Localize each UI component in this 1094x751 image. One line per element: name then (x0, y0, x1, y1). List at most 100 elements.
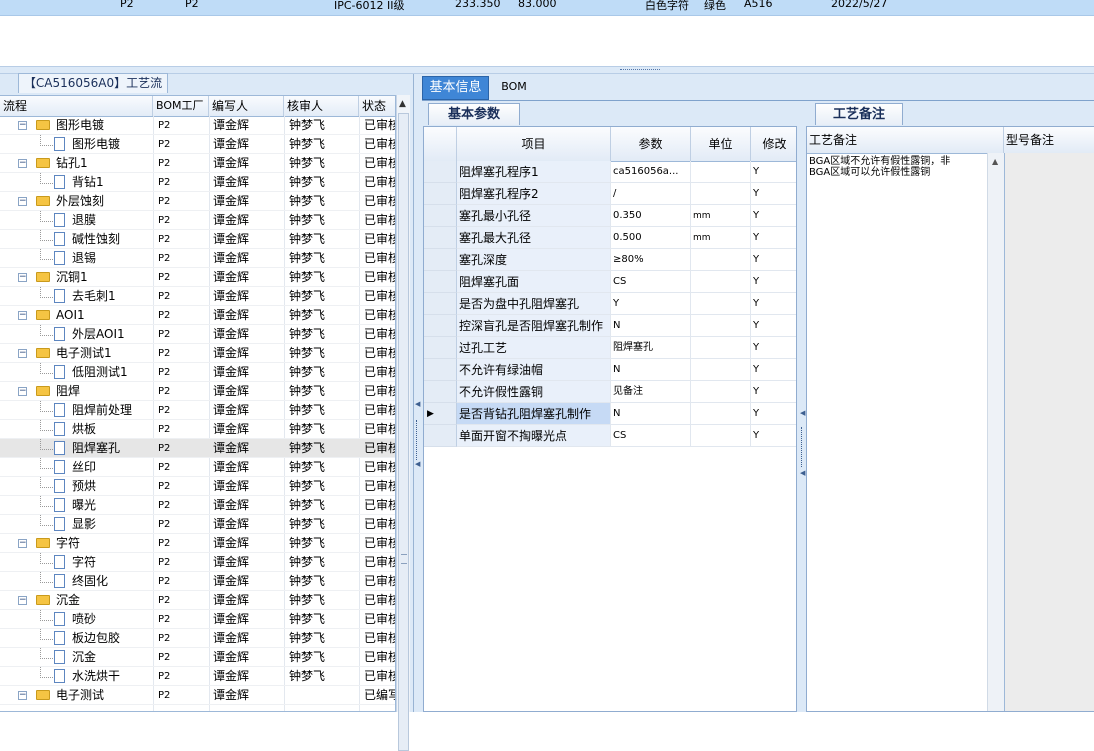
scroll-up-arrow-icon[interactable]: ▲ (399, 99, 406, 109)
tree-row[interactable]: − 外层蚀刻 P2 谭金辉 钟梦飞 已审核 (0, 192, 395, 211)
param-unit[interactable] (691, 337, 751, 359)
tree-row[interactable]: 图形电镀 P2 谭金辉 钟梦飞 已审核 (0, 135, 395, 154)
tree-row[interactable]: 退膜 P2 谭金辉 钟梦飞 已审核 (0, 211, 395, 230)
row-selector[interactable] (424, 205, 457, 227)
param-unit[interactable] (691, 249, 751, 271)
param-modify[interactable]: Y (751, 425, 796, 447)
col-status[interactable]: 状态 (359, 96, 395, 116)
param-row[interactable]: 不允许假性露铜 见备注 Y (424, 381, 796, 403)
row-selector[interactable] (424, 381, 457, 403)
param-modify[interactable]: Y (751, 403, 796, 425)
scroll-up-arrow-icon[interactable]: ▲ (992, 157, 998, 166)
row-selector[interactable] (424, 271, 457, 293)
param-value[interactable]: CS (611, 425, 691, 447)
param-row[interactable]: 单面开窗不掏曝光点 CS Y (424, 425, 796, 447)
param-value[interactable]: N (611, 359, 691, 381)
param-value[interactable]: CS (611, 271, 691, 293)
tree-row[interactable]: 沉金 P2 谭金辉 钟梦飞 已审核 (0, 648, 395, 667)
model-note-cell[interactable] (1004, 153, 1094, 711)
param-unit[interactable] (691, 425, 751, 447)
tree-row[interactable]: 阻焊前处理 P2 谭金辉 钟梦飞 已审核 (0, 401, 395, 420)
collapse-icon[interactable]: − (18, 159, 27, 168)
tree-row[interactable]: 终固化 P2 谭金辉 钟梦飞 已审核 (0, 572, 395, 591)
collapse-icon[interactable]: − (18, 387, 27, 396)
param-modify[interactable]: Y (751, 381, 796, 403)
param-modify[interactable]: Y (751, 315, 796, 337)
param-value[interactable]: Y (611, 293, 691, 315)
param-value[interactable]: 见备注 (611, 381, 691, 403)
tab-basic-info[interactable]: 基本信息 (422, 76, 489, 100)
param-unit[interactable]: mm (691, 227, 751, 249)
col-unit[interactable]: 单位 (691, 127, 751, 161)
collapse-icon[interactable]: − (18, 121, 27, 130)
tree-row[interactable]: 水洗烘干 P2 谭金辉 钟梦飞 已审核 (0, 667, 395, 686)
param-row[interactable]: 阻焊塞孔程序1 ca516056a... Y (424, 161, 796, 183)
col-model-note[interactable]: 型号备注 (1004, 127, 1094, 153)
param-row[interactable]: 阻焊塞孔面 CS Y (424, 271, 796, 293)
param-modify[interactable]: Y (751, 337, 796, 359)
col-modify[interactable]: 修改 (751, 127, 796, 161)
param-modify[interactable]: Y (751, 271, 796, 293)
col-item[interactable]: 项目 (457, 127, 611, 161)
tree-row[interactable]: 阻焊塞孔 P2 谭金辉 钟梦飞 已审核 (0, 439, 395, 458)
collapse-icon[interactable]: − (18, 539, 27, 548)
notes-grid[interactable]: 工艺备注 型号备注 BGA区域不允许有假性露铜，非 BGA区域可以允许假性露铜 … (806, 126, 1094, 712)
param-value[interactable]: ≥80% (611, 249, 691, 271)
param-unit[interactable] (691, 293, 751, 315)
tree-row[interactable]: 喷砂 P2 谭金辉 钟梦飞 已审核 (0, 610, 395, 629)
scroll-thumb[interactable] (398, 113, 409, 751)
param-unit[interactable] (691, 161, 751, 183)
col-process-note[interactable]: 工艺备注 (807, 127, 1004, 153)
tree-row[interactable]: 去毛刺1 P2 谭金辉 钟梦飞 已审核 (0, 287, 395, 306)
param-row[interactable]: 塞孔最小孔径 0.350 mm Y (424, 205, 796, 227)
tree-row[interactable]: 板边包胶 P2 谭金辉 钟梦飞 已审核 (0, 629, 395, 648)
tree-row[interactable]: 外层AOI1 P2 谭金辉 钟梦飞 已审核 (0, 325, 395, 344)
param-row[interactable]: 不允许有绿油帽 N Y (424, 359, 796, 381)
param-modify[interactable]: Y (751, 183, 796, 205)
row-selector[interactable]: ▶ (424, 403, 457, 425)
col-factory[interactable]: BOM工厂 (153, 96, 209, 116)
param-unit[interactable] (691, 381, 751, 403)
collapse-icon[interactable]: − (18, 596, 27, 605)
param-row[interactable]: 过孔工艺 阻焊塞孔 Y (424, 337, 796, 359)
tree-row[interactable]: − 沉金 P2 谭金辉 钟梦飞 已审核 (0, 591, 395, 610)
param-modify[interactable]: Y (751, 161, 796, 183)
tree-row[interactable]: − 电子测试1 P2 谭金辉 钟梦飞 已审核 (0, 344, 395, 363)
process-tree-grid[interactable]: 流程 BOM工厂 编写人 核审人 状态 −图形电镀P2谭金辉钟梦飞已审核图形电镀… (0, 95, 396, 712)
tree-scrollbar[interactable]: ▲ (396, 95, 410, 751)
row-selector[interactable] (424, 183, 457, 205)
param-row[interactable]: ▶ 是否背钻孔阻焊塞孔制作 N Y (424, 403, 796, 425)
col-writer[interactable]: 编写人 (209, 96, 284, 116)
param-value[interactable]: 阻焊塞孔 (611, 337, 691, 359)
row-selector[interactable] (424, 359, 457, 381)
col-reviewer[interactable]: 核审人 (284, 96, 359, 116)
tree-row[interactable]: 退锡 P2 谭金辉 钟梦飞 已审核 (0, 249, 395, 268)
collapse-icon[interactable]: − (18, 197, 27, 206)
param-modify[interactable]: Y (751, 359, 796, 381)
collapse-icon[interactable]: − (18, 691, 27, 700)
tab-process-notes[interactable]: 工艺备注 (815, 103, 903, 125)
row-selector[interactable] (424, 249, 457, 271)
param-unit[interactable] (691, 315, 751, 337)
tree-row[interactable]: 低阻测试1 P2 谭金辉 钟梦飞 已审核 (0, 363, 395, 382)
tree-row[interactable]: − 字符 P2 谭金辉 钟梦飞 已审核 (0, 534, 395, 553)
tree-row[interactable]: 字符 P2 谭金辉 钟梦飞 已审核 (0, 553, 395, 572)
process-flow-tab[interactable]: 【CA516056A0】工艺流程 (18, 73, 168, 109)
tree-row[interactable]: − AOI1 P2 谭金辉 钟梦飞 已审核 (0, 306, 395, 325)
param-row[interactable]: 塞孔深度 ≥80% Y (424, 249, 796, 271)
top-summary-row[interactable]: P2 P2 IPC-6012 II级 233.350 83.000 白色字符 绿… (0, 0, 1094, 16)
tree-row[interactable]: 预烘 P2 谭金辉 钟梦飞 已审核 (0, 477, 395, 496)
process-note-text[interactable]: BGA区域不允许有假性露铜，非 BGA区域可以允许假性露铜 (809, 156, 991, 178)
collapse-icon[interactable]: − (18, 349, 27, 358)
row-selector[interactable] (424, 337, 457, 359)
param-unit[interactable]: mm (691, 205, 751, 227)
col-flow[interactable]: 流程 (0, 96, 153, 116)
row-selector[interactable] (424, 161, 457, 183)
tree-row[interactable]: − 钻孔1 P2 谭金辉 钟梦飞 已审核 (0, 154, 395, 173)
tree-row[interactable]: 显影 P2 谭金辉 钟梦飞 已审核 (0, 515, 395, 534)
tree-row[interactable]: 曝光 P2 谭金辉 钟梦飞 已审核 (0, 496, 395, 515)
row-selector[interactable] (424, 293, 457, 315)
param-modify[interactable]: Y (751, 249, 796, 271)
note-scrollbar[interactable]: ▲ (987, 153, 1004, 711)
param-unit[interactable] (691, 359, 751, 381)
